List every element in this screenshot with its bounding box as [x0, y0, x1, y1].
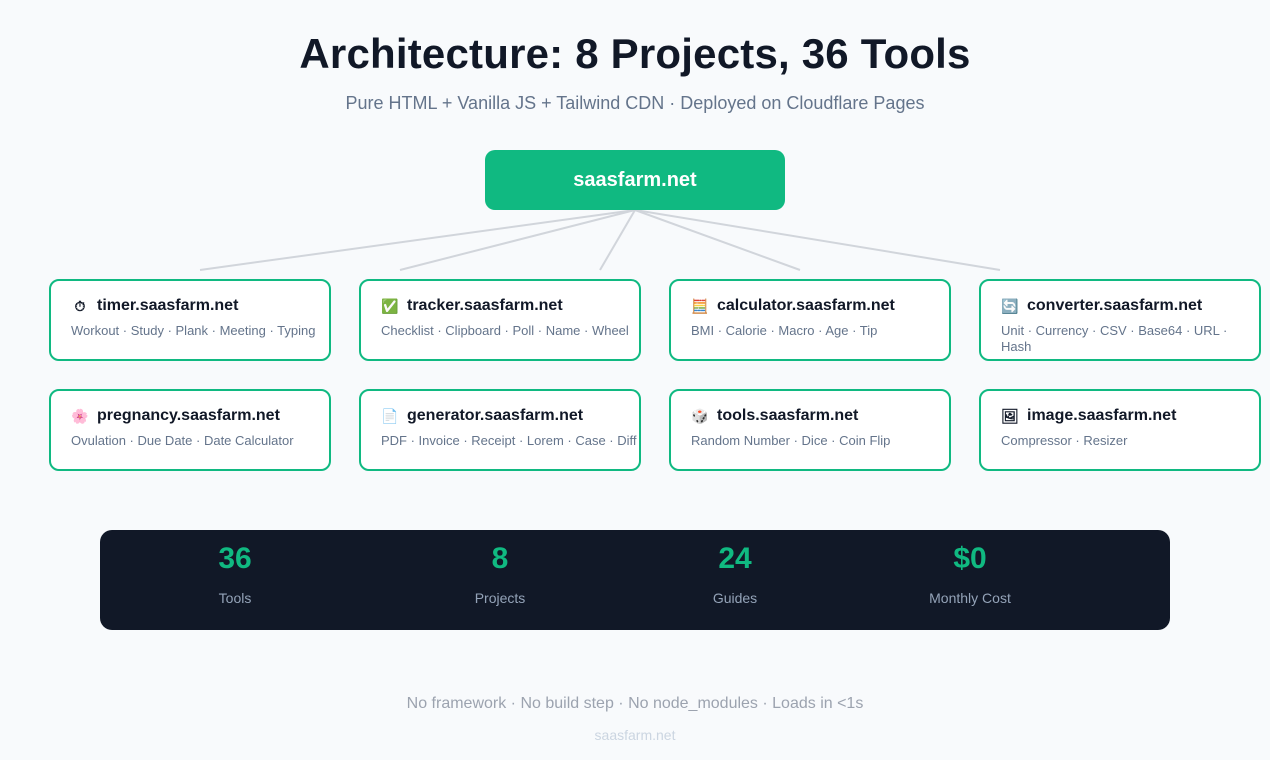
project-name: tools.saasfarm.net [717, 407, 859, 424]
connector-line [599, 209, 636, 271]
project-card-generator: 📄 generator.saasfarm.net PDF · Invoice ·… [359, 389, 641, 471]
project-card-timer: ⏱ timer.saasfarm.net Workout · Study · P… [49, 279, 331, 361]
project-tools: Workout · Study · Plank · Meeting · Typi… [71, 323, 316, 338]
project-name: image.saasfarm.net [1027, 407, 1177, 424]
stat-projects: 8 Projects [400, 542, 600, 606]
footer-note: No framework · No build step · No node_m… [406, 695, 864, 712]
stat-tools: 36 Tools [135, 542, 335, 606]
picture-icon: 🖼 [1001, 408, 1019, 424]
stat-value: 8 [491, 542, 509, 575]
project-card-image: 🖼 image.saasfarm.net Compressor · Resize… [979, 389, 1261, 471]
flower-icon: 🌸 [71, 408, 89, 424]
project-card-pregnancy: 🌸 pregnancy.saasfarm.net Ovulation · Due… [49, 389, 331, 471]
document-icon: 📄 [381, 408, 399, 424]
stat-monthly-cost: $0 Monthly Cost [870, 542, 1070, 606]
stat-value: 36 [218, 542, 252, 575]
root-node-label: saasfarm.net [573, 168, 697, 191]
dice-icon: 🎲 [691, 408, 709, 424]
project-card-tools: 🎲 tools.saasfarm.net Random Number · Dic… [669, 389, 951, 471]
stat-value: $0 [953, 542, 987, 575]
connector-line [634, 209, 801, 271]
stat-label: Guides [712, 590, 758, 606]
connector-line [634, 209, 1001, 271]
project-card-calculator: 🧮 calculator.saasfarm.net BMI · Calorie … [669, 279, 951, 361]
root-node: saasfarm.net [485, 150, 785, 210]
project-tools: Ovulation · Due Date · Date Calculator [71, 433, 294, 448]
stats-bar: 36 Tools 8 Projects 24 Guides $0 Monthly… [100, 530, 1170, 630]
project-tools: Random Number · Dice · Coin Flip [691, 433, 891, 448]
arrows-cycle-icon: 🔄 [1001, 298, 1019, 314]
stat-label: Projects [474, 590, 526, 606]
checkmark-icon: ✅ [381, 298, 399, 314]
project-name: calculator.saasfarm.net [717, 297, 895, 314]
project-tools: Checklist · Clipboard · Poll · Name · Wh… [381, 323, 629, 338]
project-tools: PDF · Invoice · Receipt · Lorem · Case ·… [381, 433, 637, 448]
project-name: pregnancy.saasfarm.net [97, 407, 280, 424]
project-name: timer.saasfarm.net [97, 297, 239, 314]
architecture-page: Architecture: 8 Projects, 36 Tools Pure … [0, 0, 1270, 760]
stopwatch-icon: ⏱ [74, 298, 86, 314]
project-card-tracker: ✅ tracker.saasfarm.net Checklist · Clipb… [359, 279, 641, 361]
connector-line [199, 209, 636, 271]
stat-guides: 24 Guides [635, 542, 835, 606]
project-card-converter: 🔄 converter.saasfarm.net Unit · Currency… [979, 279, 1261, 361]
project-name: converter.saasfarm.net [1027, 297, 1203, 314]
stat-label: Tools [218, 590, 252, 606]
page-subtitle: Pure HTML + Vanilla JS + Tailwind CDN · … [345, 93, 925, 113]
stat-label: Monthly Cost [929, 590, 1011, 606]
project-name: tracker.saasfarm.net [407, 297, 563, 314]
stat-value: 24 [718, 542, 752, 575]
project-name: generator.saasfarm.net [407, 407, 584, 424]
project-tools: Unit · Currency · CSV · Base64 · URL · H… [1001, 323, 1228, 354]
project-tools: Compressor · Resizer [1001, 433, 1128, 448]
abacus-icon: 🧮 [691, 298, 709, 314]
connector-line [399, 209, 636, 271]
page-title: Architecture: 8 Projects, 36 Tools [299, 30, 971, 77]
project-tools: BMI · Calorie · Macro · Age · Tip [691, 323, 878, 338]
footer-domain: saasfarm.net [594, 727, 676, 743]
